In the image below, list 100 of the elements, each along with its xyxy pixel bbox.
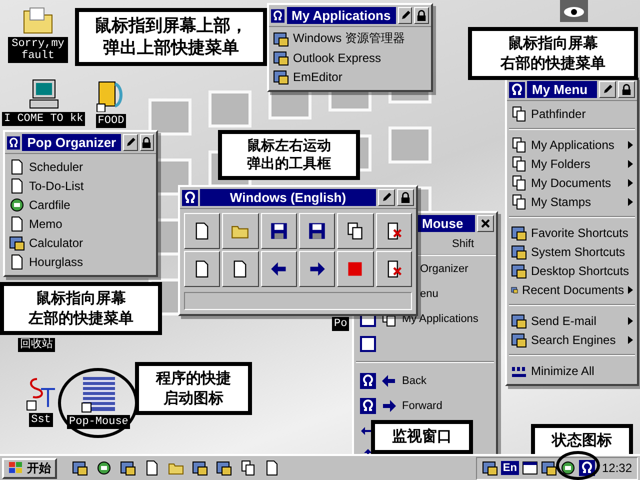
menu-item-label: enu	[420, 288, 438, 300]
program-icon	[560, 460, 576, 476]
sst-logo-icon[interactable]	[25, 375, 57, 411]
striped-square-icon[interactable]	[80, 375, 117, 413]
menu-item[interactable]: Calculator	[5, 233, 156, 252]
menu-item[interactable]: Pathfinder	[507, 104, 637, 123]
menu-item[interactable]: Scheduler	[5, 157, 156, 176]
submenu-arrow-icon	[628, 286, 633, 294]
icon-label[interactable]: Pop-Mouse	[67, 415, 130, 429]
tool-button[interactable]	[298, 213, 336, 249]
tool-button[interactable]	[222, 213, 259, 249]
menu-item[interactable]: Favorite Shortcuts	[507, 223, 637, 242]
program-icon	[120, 460, 136, 476]
lock-button[interactable]	[397, 189, 414, 206]
menu-item[interactable]: Send E-mail	[507, 311, 637, 330]
tool-button[interactable]	[376, 213, 412, 249]
documents-icon	[511, 106, 527, 122]
eye-picture-icon	[560, 0, 588, 22]
documents-icon	[240, 460, 256, 476]
menu-item[interactable]: Search Engines	[507, 330, 637, 349]
menu-item[interactable]: My Documents	[507, 173, 637, 192]
lock-icon	[141, 137, 152, 148]
close-button[interactable]	[477, 215, 494, 232]
submenu-arrow-icon	[628, 198, 633, 206]
edit-button[interactable]	[123, 134, 138, 151]
menu-item[interactable]: To-Do-List	[5, 176, 156, 195]
icon-label[interactable]: 回收站	[18, 338, 55, 352]
program-icon	[216, 460, 232, 476]
menu-item[interactable]: EmEditor	[269, 67, 431, 86]
omega-icon	[509, 82, 525, 98]
tool-button[interactable]	[260, 251, 297, 287]
omega-icon	[578, 460, 595, 476]
menu-item[interactable]: Minimize All	[507, 361, 637, 380]
menu-item[interactable]: My Stamps	[507, 192, 637, 211]
edit-button[interactable]	[378, 189, 395, 206]
tool-button[interactable]	[337, 251, 374, 287]
lock-icon	[621, 84, 632, 95]
documents-icon	[346, 222, 364, 240]
window-title: Pop Organizer	[22, 134, 122, 151]
arrow-right-icon	[381, 398, 397, 414]
window-title: My Menu	[527, 81, 597, 98]
wallpaper-block	[208, 90, 252, 128]
program-icon	[273, 68, 289, 84]
tool-button[interactable]	[298, 251, 336, 287]
tool-button[interactable]	[184, 251, 220, 287]
pencil-icon	[124, 137, 136, 148]
edit-button[interactable]	[398, 7, 412, 24]
menu-item[interactable]: Recent Documents	[507, 280, 637, 299]
lock-button[interactable]	[140, 134, 154, 151]
menu-item-label: Back	[402, 374, 426, 386]
program-icon	[511, 262, 527, 278]
menu-item[interactable]: Desktop Shortcuts	[507, 261, 637, 280]
program-icon	[511, 312, 527, 328]
document-icon	[9, 254, 25, 270]
pencil-icon	[602, 84, 613, 95]
folder-icon[interactable]	[22, 5, 54, 35]
lock-button[interactable]	[618, 81, 635, 98]
tool-button[interactable]	[222, 251, 259, 287]
tool-button[interactable]	[184, 213, 220, 249]
icon-label[interactable]: I COME TO kk	[2, 112, 86, 126]
document-icon	[264, 460, 280, 476]
callout-note: 监视窗口	[371, 420, 473, 454]
checkbox-icon	[360, 336, 376, 352]
menu-item[interactable]: Windows 资源管理器	[269, 29, 431, 48]
tool-button[interactable]	[376, 251, 412, 287]
start-button[interactable]: 开始	[2, 458, 57, 478]
program-icon	[482, 460, 498, 476]
window-title: My Applications	[286, 7, 396, 24]
document-icon	[144, 460, 160, 476]
program-icon	[511, 244, 527, 260]
icon-label[interactable]: Sorry,my fault	[8, 37, 68, 63]
submenu-arrow-icon	[628, 140, 633, 148]
menu-item[interactable]: Memo	[5, 214, 156, 233]
program-icon	[540, 460, 557, 476]
language-indicator[interactable]: En	[500, 461, 519, 475]
menu-item[interactable]: My Applications	[507, 135, 637, 154]
icon-label[interactable]: FOOD	[96, 114, 126, 128]
omega-icon	[7, 134, 20, 150]
program-icon	[511, 332, 527, 348]
computer-icon[interactable]	[28, 78, 60, 110]
icon-label[interactable]: Po	[332, 317, 350, 331]
edit-button[interactable]	[599, 81, 616, 98]
menu-item[interactable]: Hourglass	[5, 252, 156, 271]
menu-item[interactable]: Cardfile	[5, 195, 156, 214]
program-icon	[511, 224, 527, 240]
arrow-right-icon	[308, 260, 326, 278]
documents-icon	[511, 194, 527, 210]
pencil-icon	[400, 10, 411, 21]
program-icon	[273, 50, 289, 66]
submenu-arrow-icon	[628, 316, 633, 324]
tool-button[interactable]	[337, 213, 374, 249]
icon-label[interactable]: Sst	[29, 413, 53, 427]
callout-note: 鼠标左右运动 弹出的工具框	[218, 130, 360, 180]
menu-item[interactable]: Outlook Express	[269, 48, 431, 67]
lock-button[interactable]	[414, 7, 430, 24]
menu-item[interactable]: System Shortcuts	[507, 242, 637, 261]
submenu-arrow-icon	[628, 178, 633, 186]
documents-icon	[511, 156, 527, 172]
menu-item[interactable]: My Folders	[507, 154, 637, 173]
tool-button[interactable]	[260, 213, 297, 249]
